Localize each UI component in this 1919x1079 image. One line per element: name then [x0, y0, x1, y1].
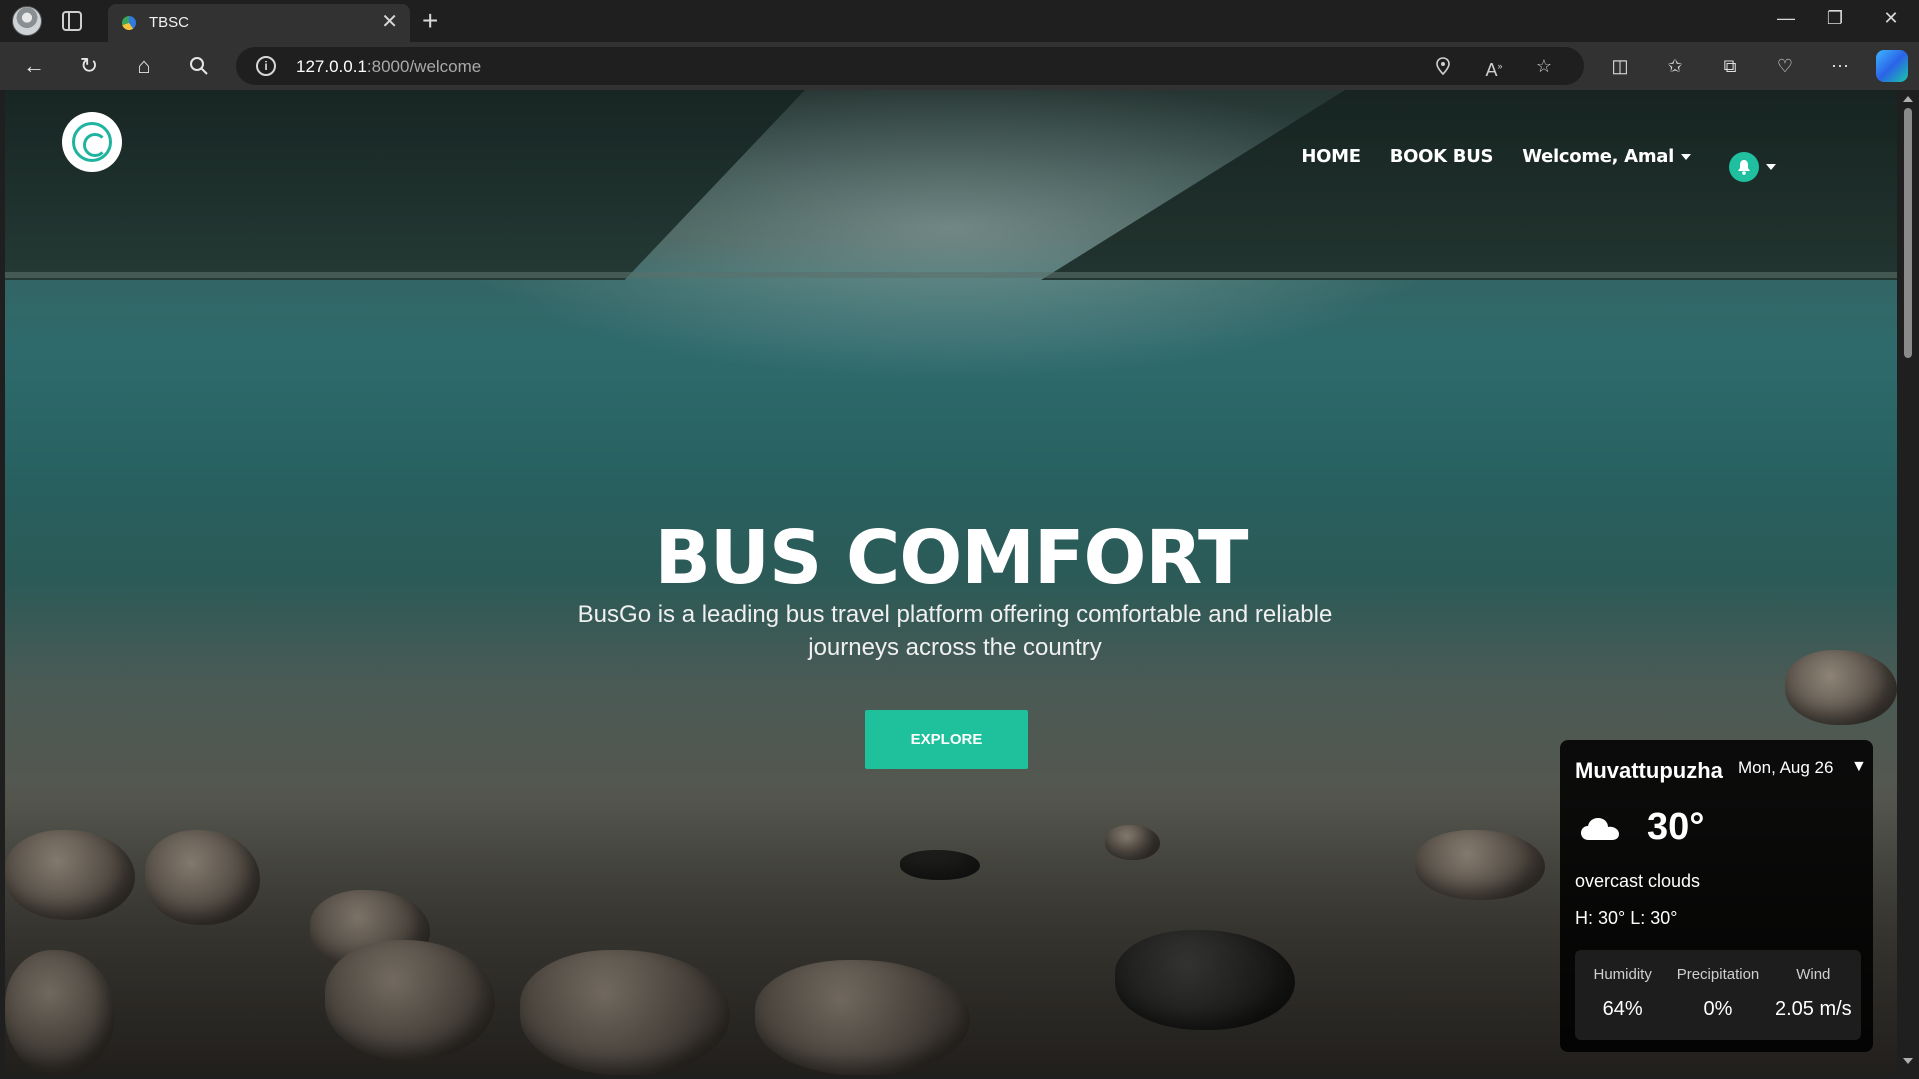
browser-tab[interactable]: TBSC ✕ [108, 4, 410, 42]
split-screen-icon[interactable]: ◫ [1606, 52, 1634, 80]
read-aloud-icon[interactable]: A» [1481, 53, 1507, 80]
weather-stat-wind: Wind 2.05 m/s [1766, 950, 1861, 1040]
browser-essentials-icon[interactable]: ♡ [1771, 52, 1799, 80]
site-info-icon[interactable]: i [256, 56, 276, 76]
weather-widget: Muvattupuzha Mon, Aug 26 ▼ 30° overcast … [1560, 740, 1873, 1052]
chevron-down-icon [1766, 164, 1776, 170]
hero-title: BUS COMFORT [654, 515, 1249, 601]
scroll-up-arrow-icon[interactable] [1903, 96, 1913, 102]
weather-stat-value: 64% [1602, 998, 1643, 1020]
user-menu-dropdown[interactable]: Welcome, Amal [1522, 146, 1691, 167]
weather-city: Muvattupuzha [1575, 758, 1723, 783]
bell-icon [1729, 152, 1759, 182]
explore-button[interactable]: EXPLORE [865, 710, 1028, 769]
weather-stat-value: 0% [1703, 998, 1733, 1020]
weather-stat-humidity: Humidity 64% [1575, 950, 1670, 1040]
collections-icon[interactable]: ⧉ [1716, 52, 1744, 80]
home-icon[interactable]: ⌂ [128, 50, 160, 82]
weather-description: overcast clouds [1575, 871, 1701, 891]
scrollbar-thumb[interactable] [1904, 108, 1912, 358]
favorite-star-icon[interactable]: ☆ [1531, 53, 1557, 79]
location-pin-icon[interactable] [1430, 53, 1456, 79]
weather-stat-label: Humidity [1593, 966, 1652, 983]
weather-stat-value: 2.05 m/s [1774, 998, 1852, 1020]
copilot-icon[interactable] [1876, 50, 1908, 82]
page-viewport: HOME BOOK BUS Welcome, Amal BUS COMFORT … [5, 90, 1897, 1075]
weather-stat-label: Precipitation [1676, 966, 1760, 983]
weather-temperature: 30° [1647, 806, 1705, 848]
weather-stat-label: Wind [1796, 966, 1831, 983]
weather-dropdown-toggle[interactable]: ▼ [1851, 758, 1867, 776]
browser-toolbar: ← ↻ ⌂ i 127.0.0.1:8000/welcome A» ☆ ◫ ✩ … [0, 42, 1919, 90]
minimize-button[interactable]: — [1771, 8, 1801, 29]
reload-icon[interactable]: ↻ [73, 50, 105, 82]
close-window-button[interactable]: ✕ [1876, 8, 1906, 29]
weather-date: Mon, Aug 26 [1738, 758, 1834, 777]
browser-tab-strip: TBSC ✕ + — ❐ ✕ [0, 0, 1919, 42]
weather-high-low: H: 30° L: 30° [1575, 908, 1678, 928]
page-scrollbar[interactable] [1897, 90, 1919, 1079]
more-options-icon[interactable]: ⋯ [1826, 52, 1854, 80]
tab-title: TBSC [149, 14, 190, 31]
weather-stats: Humidity 64% Precipitation 0% Wind 2.05 … [1575, 950, 1861, 1040]
nav-book-bus-link[interactable]: BOOK BUS [1390, 146, 1494, 167]
profile-avatar[interactable] [12, 6, 42, 36]
nav-home-link[interactable]: HOME [1301, 146, 1361, 167]
site-logo[interactable] [62, 112, 122, 172]
notifications-dropdown[interactable] [1729, 152, 1776, 182]
new-tab-button[interactable]: + [422, 5, 438, 37]
welcome-user-label: Welcome, Amal [1522, 146, 1674, 167]
restore-button[interactable]: ❐ [1820, 8, 1850, 29]
globe-logo-icon [72, 122, 112, 162]
chevron-down-icon [1681, 154, 1691, 160]
cloud-icon [1581, 818, 1619, 840]
tab-actions-icon[interactable] [62, 11, 82, 31]
scroll-down-arrow-icon[interactable] [1903, 1058, 1913, 1064]
hero-subtitle: BusGo is a leading bus travel platform o… [577, 601, 1333, 661]
weather-stat-precipitation: Precipitation 0% [1670, 950, 1765, 1040]
tab-close-button[interactable]: ✕ [381, 11, 398, 33]
main-navigation: HOME BOOK BUS Welcome, Amal [1272, 146, 1691, 167]
tab-favicon-icon [122, 16, 136, 30]
favorites-icon[interactable]: ✩ [1661, 52, 1689, 80]
search-icon[interactable] [183, 50, 215, 82]
back-arrow-icon[interactable]: ← [18, 50, 50, 82]
url-text[interactable]: 127.0.0.1:8000/welcome [296, 57, 481, 77]
address-bar[interactable]: i 127.0.0.1:8000/welcome A» ☆ [236, 47, 1584, 85]
